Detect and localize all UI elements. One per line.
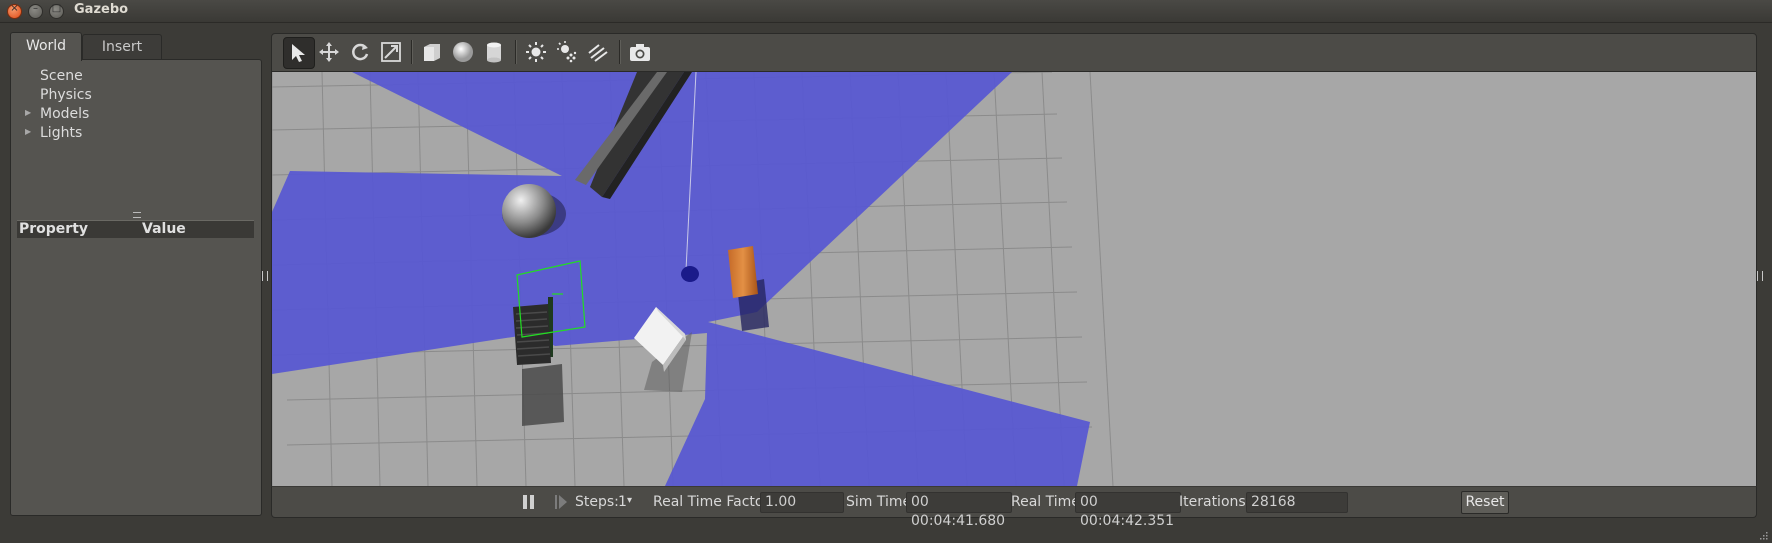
steps-value[interactable]: 1 [618,494,627,510]
iterations-field: 28168 [1246,492,1348,513]
real-time-factor-label: Real Time Factor: [653,494,774,510]
select-mode-button[interactable] [283,37,315,69]
property-column-header: Property [19,221,89,237]
scale-icon [381,42,401,62]
left-panel: World Insert Scene Physics ▶ Models ▶ Li… [10,32,262,516]
point-light-icon [526,42,546,62]
steps-dropdown-icon[interactable]: ▾ [627,495,632,506]
close-window-button[interactable]: × [7,3,22,19]
sphere-shape-icon [453,42,473,62]
window-resize-grip-icon[interactable] [1758,530,1768,540]
reset-button[interactable]: Reset [1461,491,1509,514]
pause-icon[interactable] [522,494,536,510]
box-shape-icon [424,44,440,61]
screenshot-button[interactable] [625,37,655,67]
toolbar-separator [515,40,517,64]
screenshot-camera-icon [630,44,650,61]
sphere-model[interactable] [502,184,556,238]
sim-time-field: 00 00:04:41.680 [906,492,1012,529]
tab-world[interactable]: World [10,32,82,61]
translate-mode-button[interactable] [314,37,344,67]
rotate-mode-button[interactable] [345,37,375,67]
expand-arrow-icon[interactable]: ▶ [25,108,31,117]
translate-icon [319,42,339,62]
window-title-bar: × – □ Gazebo [0,0,1772,23]
scene-render[interactable] [272,72,1756,486]
scale-mode-button[interactable] [376,37,406,67]
real-time-factor-field: 1.00 [760,492,844,513]
left-splitter-grip[interactable] [262,271,268,281]
simulation-status-bar: Steps: 1 ▾ Real Time Factor: 1.00 Sim Ti… [271,486,1757,529]
directional-light-icon [588,44,608,62]
tree-item-lights[interactable]: Lights [40,125,82,141]
iterations-label: Iterations: [1179,494,1251,510]
steps-label: Steps: [575,494,619,510]
right-splitter-grip[interactable] [1757,271,1763,281]
point-light-button[interactable] [521,37,551,67]
tree-item-models[interactable]: Models [40,106,89,122]
scene-3d-viewport[interactable] [271,72,1757,486]
box-shape-button[interactable] [417,37,447,67]
rotate-icon [352,43,369,61]
expand-arrow-icon[interactable]: ▶ [25,127,31,136]
orange-box-model[interactable] [728,246,758,298]
real-time-field: 00 00:04:42.351 [1075,492,1181,529]
world-tree-panel: Scene Physics ▶ Models ▶ Lights Property… [10,59,262,516]
tree-item-scene[interactable]: Scene [40,68,83,84]
spot-light-button[interactable] [552,37,582,67]
directional-light-button[interactable] [583,37,613,67]
cylinder-shape-icon [487,42,501,63]
robot-shadow [522,364,564,426]
toolbar-separator [411,40,413,64]
property-table-header: Property Value [17,220,254,238]
maximize-window-button[interactable]: □ [49,3,64,19]
spot-light-icon [557,41,577,63]
close-icon: × [10,3,19,14]
minimize-icon: – [33,3,38,14]
toolbar-separator [619,40,621,64]
tab-insert[interactable]: Insert [82,34,162,60]
real-time-label: Real Time: [1011,494,1085,510]
sphere-shape-button[interactable] [448,37,478,67]
value-column-header: Value [142,221,186,237]
robot-lidar-marker[interactable] [681,266,699,282]
select-arrow-icon [292,44,305,62]
panel-splitter-handle[interactable] [133,212,141,218]
cylinder-shape-button[interactable] [479,37,509,67]
minimize-window-button[interactable]: – [28,3,43,19]
tree-item-physics[interactable]: Physics [40,87,92,103]
toolbar [271,33,1757,72]
maximize-icon: □ [51,3,62,14]
step-forward-icon[interactable] [554,494,568,510]
window-title: Gazebo [74,2,129,17]
